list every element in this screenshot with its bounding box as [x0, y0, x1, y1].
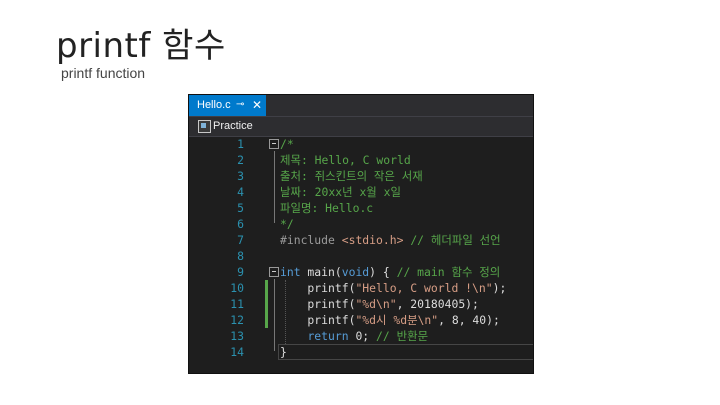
code-text: 날짜: 20xx년 x월 x일 — [280, 184, 401, 200]
line-number: 14 — [230, 345, 244, 359]
code-line[interactable]: 14} — [189, 344, 533, 360]
project-icon — [198, 120, 211, 133]
line-number: 6 — [237, 217, 244, 231]
code-token: , 8, 40); — [438, 313, 500, 327]
code-line[interactable]: 13 return 0; // 반환문 — [189, 328, 533, 344]
code-line[interactable]: 5 파일명: Hello.c — [189, 200, 533, 216]
code-token: void — [341, 265, 370, 279]
code-token: printf( — [280, 313, 356, 327]
line-number: 10 — [230, 281, 244, 295]
code-line[interactable]: 10 printf("Hello, C world !\n"); — [189, 280, 533, 296]
line-number: 5 — [237, 201, 244, 215]
line-number: 2 — [237, 153, 244, 167]
project-navigation-bar[interactable]: Practice — [189, 116, 533, 137]
line-number: 8 — [237, 249, 244, 263]
slide-subtitle: printf function — [61, 65, 146, 81]
code-token: 0; — [348, 329, 377, 343]
code-token: 제목: Hello, C world — [280, 153, 411, 167]
collapse-icon[interactable] — [269, 139, 279, 149]
code-line[interactable]: 12 printf("%d시 %d분\n", 8, 40); — [189, 312, 533, 328]
code-token: "Hello, C world !\n" — [355, 281, 493, 295]
line-number: 13 — [230, 329, 244, 343]
code-editor-window: Hello.c ⊸ ✕ Practice 1 /* 2 제목: Hello, C wo… — [188, 94, 534, 374]
code-text: #include <stdio.h> // 헤더파일 선언 — [280, 232, 501, 248]
line-number: 9 — [237, 265, 244, 279]
code-text: 제목: Hello, C world — [280, 152, 411, 168]
pin-icon[interactable]: ⊸ — [236, 99, 244, 110]
code-line[interactable]: 9 int main(void) { // main 함수 정의 — [189, 264, 533, 280]
code-line[interactable]: 6 */ — [189, 216, 533, 232]
code-token: // 반환문 — [376, 329, 429, 343]
code-line[interactable]: 2 제목: Hello, C world — [189, 152, 533, 168]
tab-label: Hello.c — [197, 99, 231, 111]
code-token: 출처: 쥐스킨트의 작은 서재 — [280, 169, 423, 183]
code-line[interactable]: 4 날짜: 20xx년 x월 x일 — [189, 184, 533, 200]
code-line[interactable]: 11 printf("%d\n", 20180405); — [189, 296, 533, 312]
close-icon[interactable]: ✕ — [252, 98, 262, 112]
code-text: 출처: 쥐스킨트의 작은 서재 — [280, 168, 423, 184]
code-text: 파일명: Hello.c — [280, 200, 373, 216]
code-token: int — [280, 265, 301, 279]
code-text: */ — [280, 216, 294, 232]
code-text: /* — [280, 136, 294, 152]
code-token: 날짜: 20xx년 x월 x일 — [280, 185, 401, 199]
code-token: , 20180405); — [396, 297, 479, 311]
code-token: // main 함수 정의 — [396, 265, 501, 279]
code-token: printf( — [280, 297, 356, 311]
code-text: printf("%d시 %d분\n", 8, 40); — [280, 312, 500, 328]
code-line[interactable]: 8 — [189, 248, 533, 264]
code-token: 파일명: Hello.c — [280, 201, 374, 215]
code-token: /* — [280, 137, 294, 151]
line-number: 12 — [230, 313, 244, 327]
code-text: return 0; // 반환문 — [280, 328, 428, 344]
tab-hello-c[interactable]: Hello.c ⊸ ✕ — [189, 95, 266, 116]
code-token: // 헤더파일 선언 — [403, 233, 501, 247]
code-line[interactable]: 7 #include <stdio.h> // 헤더파일 선언 — [189, 232, 533, 248]
project-name: Practice — [213, 120, 253, 132]
code-token: <stdio.h> — [341, 233, 404, 247]
code-token: return — [307, 329, 349, 343]
line-number: 1 — [237, 137, 244, 151]
line-number: 7 — [237, 233, 244, 247]
code-token: } — [280, 345, 287, 359]
tab-strip: Hello.c ⊸ ✕ — [189, 95, 533, 116]
code-token: */ — [280, 217, 294, 231]
collapse-icon[interactable] — [269, 267, 279, 277]
code-line[interactable]: 1 /* — [189, 136, 533, 152]
code-token: "%d시 %d분\n" — [355, 313, 439, 327]
slide-title: printf 함수 — [56, 26, 226, 66]
line-number: 11 — [230, 297, 244, 311]
code-token: ); — [492, 281, 507, 295]
code-line[interactable]: 3 출처: 쥐스킨트의 작은 서재 — [189, 168, 533, 184]
code-token: printf( — [280, 281, 356, 295]
code-token: #include — [280, 233, 342, 247]
code-token: ) { — [369, 265, 397, 279]
code-editor[interactable]: 1 /* 2 제목: Hello, C world 3 출처: 쥐스킨트의 작은 서재 4 날… — [189, 136, 533, 373]
code-text: } — [280, 344, 287, 360]
code-token: "%d\n" — [355, 297, 397, 311]
code-token: main( — [300, 265, 342, 279]
code-text: printf("%d\n", 20180405); — [280, 296, 479, 312]
line-number: 4 — [237, 185, 244, 199]
code-text: printf("Hello, C world !\n"); — [280, 280, 506, 296]
code-text: int main(void) { // main 함수 정의 — [280, 264, 500, 280]
line-number: 3 — [237, 169, 244, 183]
